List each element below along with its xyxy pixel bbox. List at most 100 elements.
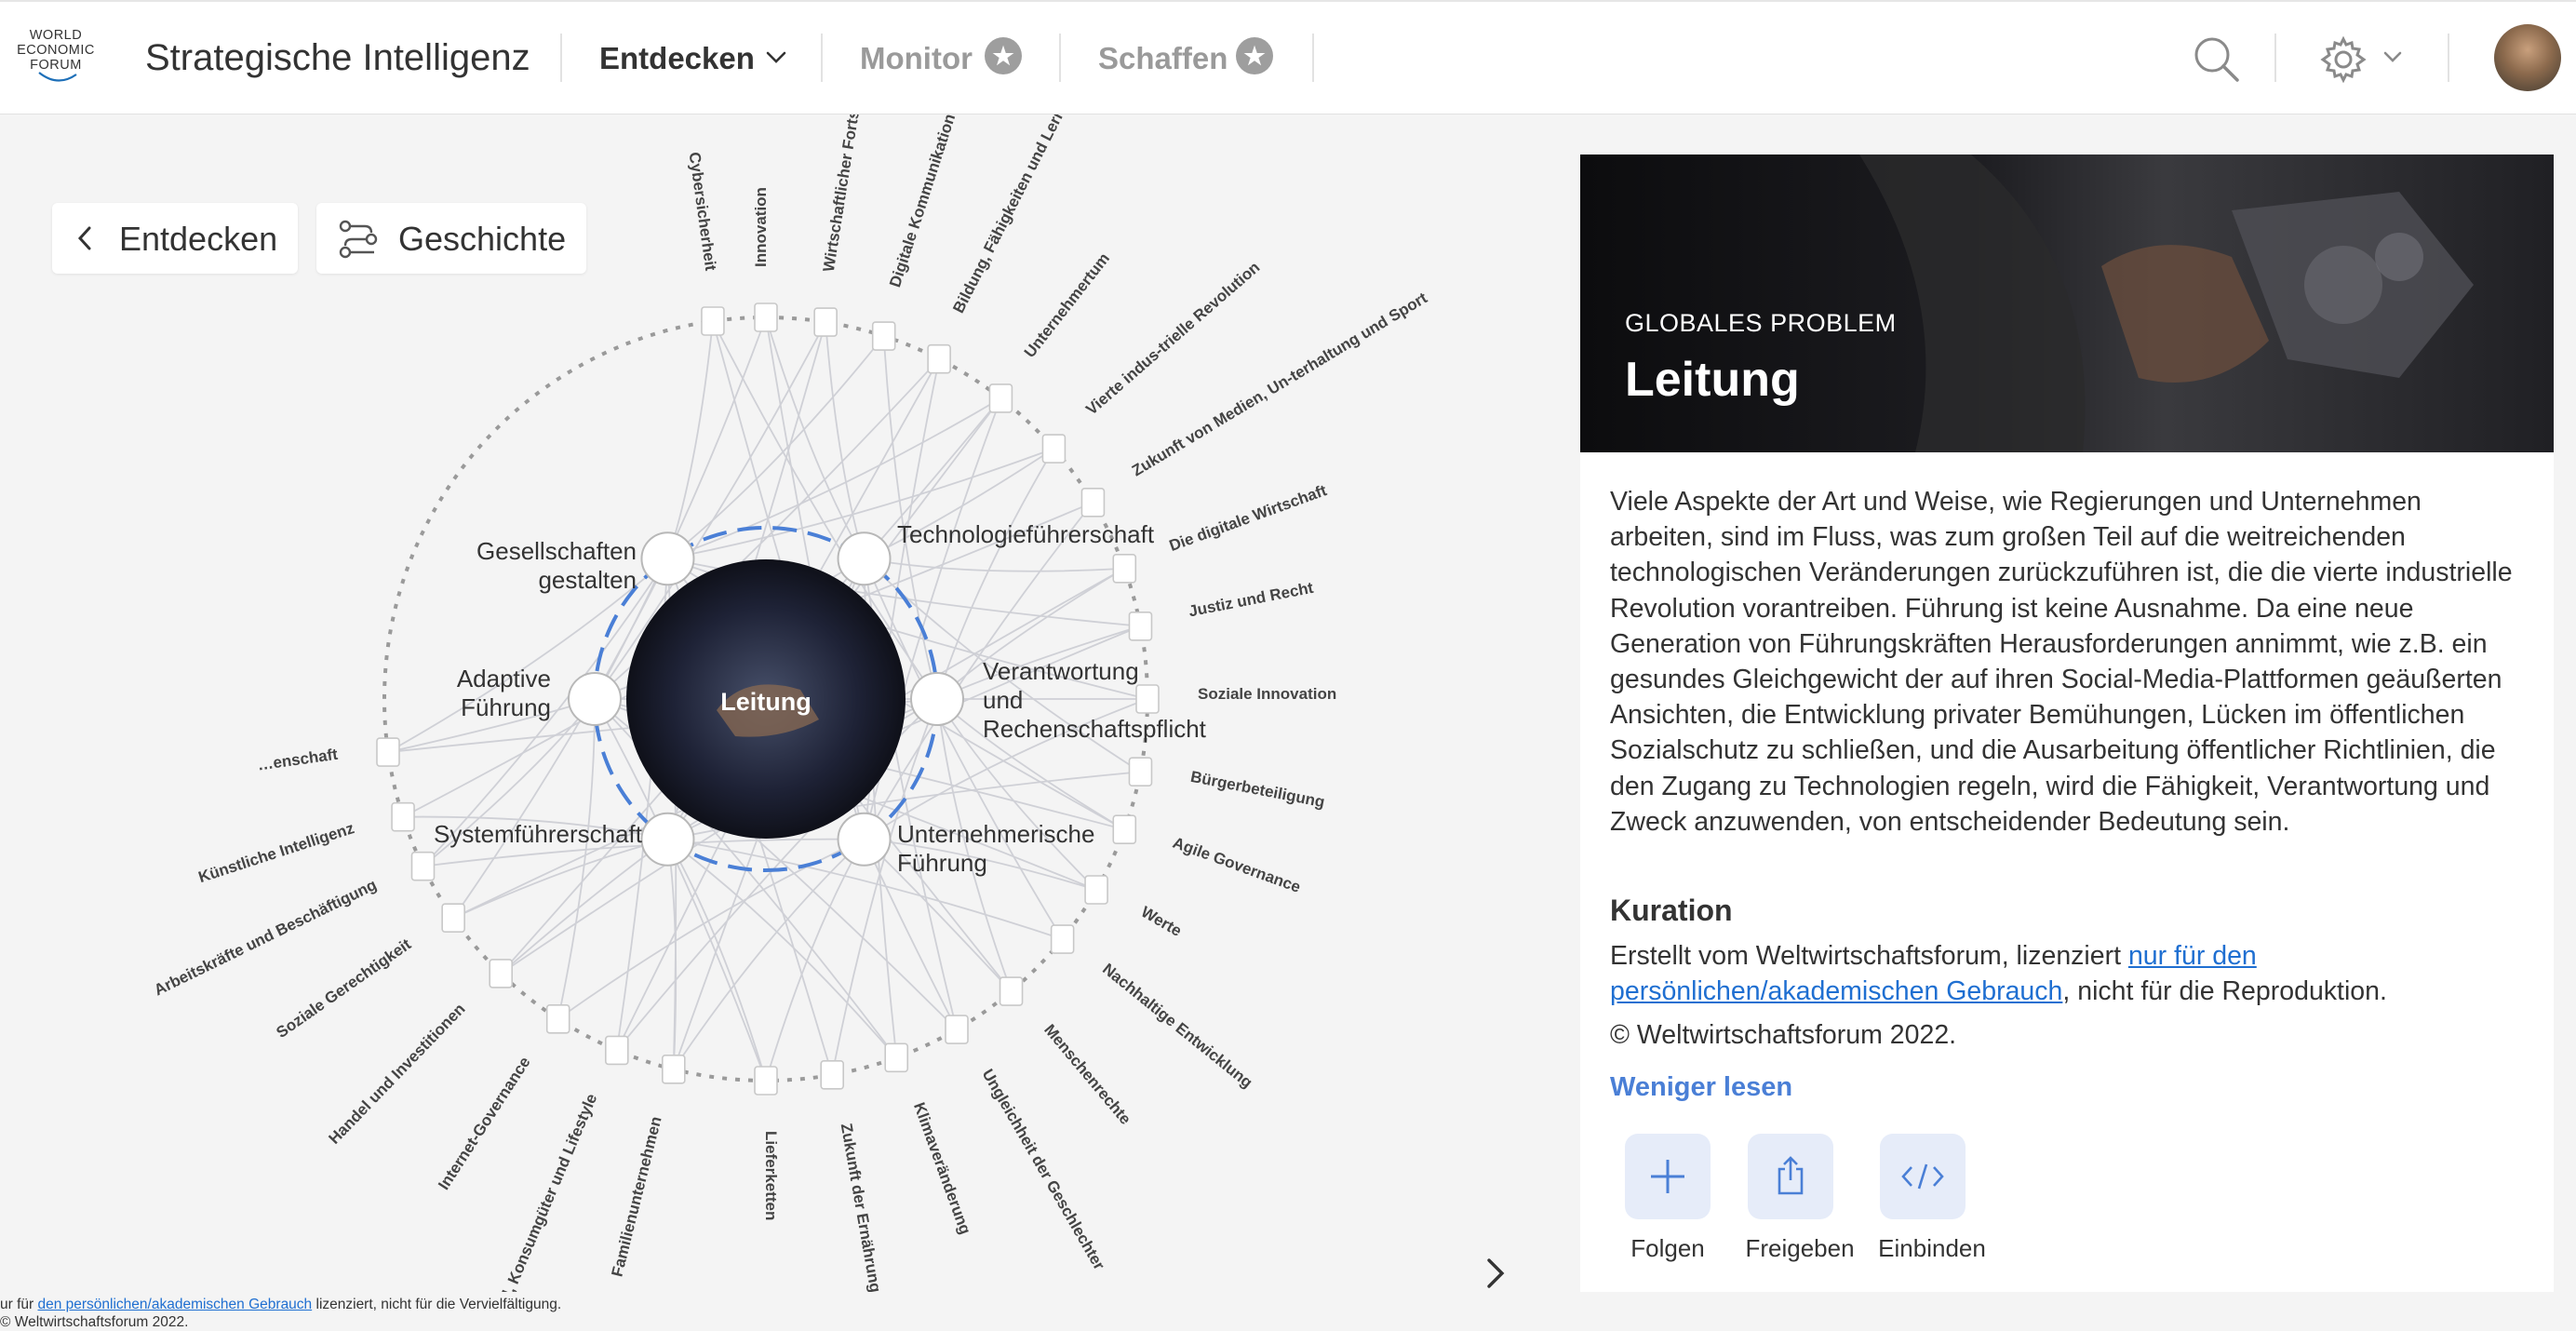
outer-node[interactable] (545, 1004, 570, 1034)
outer-node-label[interactable]: Internet-Governance (435, 1054, 533, 1193)
outer-node-label[interactable]: Lieferketten (762, 1131, 780, 1220)
outer-node[interactable] (489, 959, 513, 988)
inner-node-label[interactable]: Verantwortung und Rechenschaftspflicht (983, 657, 1207, 743)
outer-node-label[interactable]: Soziale Gerechtigkeit (273, 935, 414, 1042)
outer-node-label[interactable]: Agile Governance (1171, 834, 1303, 896)
connection-line (666, 839, 678, 1069)
outer-node[interactable] (1112, 814, 1137, 845)
divider (1312, 34, 1314, 82)
inner-node-label[interactable]: Systemführerschaft (434, 820, 643, 848)
inner-node[interactable] (640, 812, 695, 867)
share-label: Freigeben (1745, 1234, 1855, 1262)
outer-node[interactable] (1128, 757, 1153, 787)
issue-type-label: GLOBALES PROBLEM (1625, 309, 1897, 337)
outer-node-label[interactable]: Unternehmertum (1021, 249, 1113, 361)
outer-node[interactable] (391, 801, 415, 832)
share-button[interactable] (1748, 1134, 1833, 1219)
outer-node[interactable] (441, 903, 465, 933)
outer-node[interactable] (1112, 553, 1137, 584)
inner-node[interactable] (910, 672, 964, 726)
footer-prefix: ur für (0, 1297, 38, 1312)
gear-icon[interactable] (2317, 34, 2369, 86)
footer-line-1: ur für den persönlichen/akademischen Geb… (0, 1296, 561, 1313)
outer-node-label[interactable]: Zukunft der Ernährung (838, 1122, 885, 1292)
outer-node-label[interactable]: Ungleichheit der Geschlechter (979, 1066, 1108, 1273)
outer-node-label[interactable]: Digitale Kommunikation (886, 114, 959, 289)
outer-node-label[interactable]: Soziale Innovation (1198, 685, 1336, 703)
issue-description: Viele Aspekte der Art und Weise, wie Reg… (1610, 487, 2513, 837)
outer-node-label[interactable]: Bürgerbeteiligung (1189, 768, 1326, 812)
outer-node-label[interactable]: Menschenrechte (1040, 1021, 1134, 1128)
outer-node[interactable] (754, 302, 778, 332)
outer-node[interactable] (754, 1066, 778, 1096)
outer-node[interactable] (605, 1035, 629, 1066)
inner-node-label[interactable]: Adaptive Führung (457, 665, 551, 721)
outer-node[interactable] (813, 307, 838, 337)
outer-node-label[interactable]: Die digitale Wirtschaft (1167, 481, 1329, 555)
story-button[interactable]: Geschichte (316, 203, 586, 274)
outer-node[interactable] (1050, 924, 1075, 954)
outer-node[interactable] (884, 1042, 909, 1073)
outer-node-label[interactable]: Vierte indus-trielle Revolution (1082, 258, 1263, 418)
outer-node[interactable] (945, 1015, 969, 1044)
outer-node-label[interactable]: Handel und Investitionen (325, 1000, 468, 1148)
chevron-down-icon[interactable] (2382, 50, 2403, 63)
wef-logo[interactable]: WORLD ECONOMIC FORUM (6, 28, 106, 93)
inner-node[interactable] (568, 672, 622, 726)
issue-hero-image: GLOBALES PROBLEM Leitung (1580, 155, 2554, 452)
nav-label: Monitor (860, 41, 973, 75)
outer-node-label[interactable]: Wirtschaftlicher Fortschritt (820, 114, 869, 273)
inner-node[interactable] (837, 812, 892, 867)
outer-node-label[interactable]: Justiz und Recht (1187, 579, 1315, 621)
outer-node[interactable] (1084, 875, 1108, 905)
outer-node[interactable] (988, 383, 1013, 413)
outer-node[interactable] (871, 321, 896, 351)
embed-button[interactable] (1880, 1134, 1966, 1219)
outer-node[interactable] (376, 737, 400, 767)
outer-node-label[interactable]: Nachhaltige Entwicklung (1099, 960, 1255, 1091)
avatar[interactable] (2494, 24, 2561, 91)
connection-line (864, 558, 1125, 572)
outer-node-label[interactable]: Cybersicherheit (686, 151, 720, 272)
nav-entdecken[interactable]: Entdecken (599, 41, 786, 76)
outer-node-label[interactable]: Familienunternehmen (608, 1115, 664, 1279)
back-to-explore-button[interactable]: Entdecken (52, 203, 298, 274)
outer-node-label[interactable]: Bildung, Fähigkeiten und Lernen (949, 114, 1077, 316)
outer-node[interactable] (1135, 684, 1160, 714)
chevron-right-icon[interactable] (1483, 1255, 1508, 1292)
outer-node[interactable] (1080, 488, 1106, 518)
inner-node-label[interactable]: Technologieführerschaft (897, 520, 1155, 548)
read-less-link[interactable]: Weniger lesen (1610, 1072, 1792, 1103)
issue-title: Leitung (1625, 353, 1800, 407)
outer-node-label[interactable]: Zukunft von Medien, Un-terhaltung und Sp… (1129, 289, 1430, 479)
nav-label: Entdecken (599, 41, 755, 75)
outer-node-label[interactable]: Werte (1138, 903, 1185, 940)
outer-node-label[interactable]: Klimaveränderung (910, 1100, 974, 1237)
footer-suffix: lizenziert, nicht für die Vervielfältigu… (312, 1297, 562, 1312)
app-title[interactable]: Strategische Intelligenz (145, 37, 530, 79)
nav-monitor[interactable]: Monitor ★ (860, 37, 1022, 76)
divider (2274, 34, 2276, 82)
search-icon[interactable] (2193, 35, 2241, 84)
divider (2448, 34, 2449, 82)
footer-license-link[interactable]: den persönlichen/akademischen Gebrauch (37, 1297, 312, 1312)
outer-node[interactable] (999, 976, 1024, 1006)
outer-node[interactable] (410, 851, 436, 881)
outer-node[interactable] (820, 1059, 844, 1090)
outer-node[interactable] (1128, 611, 1153, 641)
outer-node[interactable] (1041, 434, 1067, 464)
outer-node[interactable] (927, 343, 951, 374)
inner-node-label[interactable]: Unternehmerische Führung (897, 820, 1094, 877)
outer-node[interactable] (701, 306, 725, 336)
outer-node[interactable] (662, 1055, 686, 1084)
outer-node-label[interactable]: Innovation (752, 187, 770, 267)
follow-button[interactable] (1625, 1134, 1711, 1219)
inner-node[interactable] (640, 531, 695, 586)
outer-node-label[interactable]: …enschaft (256, 746, 339, 774)
inner-node[interactable] (837, 531, 892, 586)
nav-schaffen[interactable]: Schaffen ★ (1098, 37, 1273, 76)
outer-node-label[interactable]: Künstliche Intelligenz (196, 819, 356, 886)
story-label: Geschichte (398, 220, 567, 258)
inner-node-label[interactable]: Gesellschaften gestalten (476, 537, 637, 594)
license-prefix: Erstellt vom Weltwirtschaftsforum, lizen… (1610, 941, 2128, 971)
